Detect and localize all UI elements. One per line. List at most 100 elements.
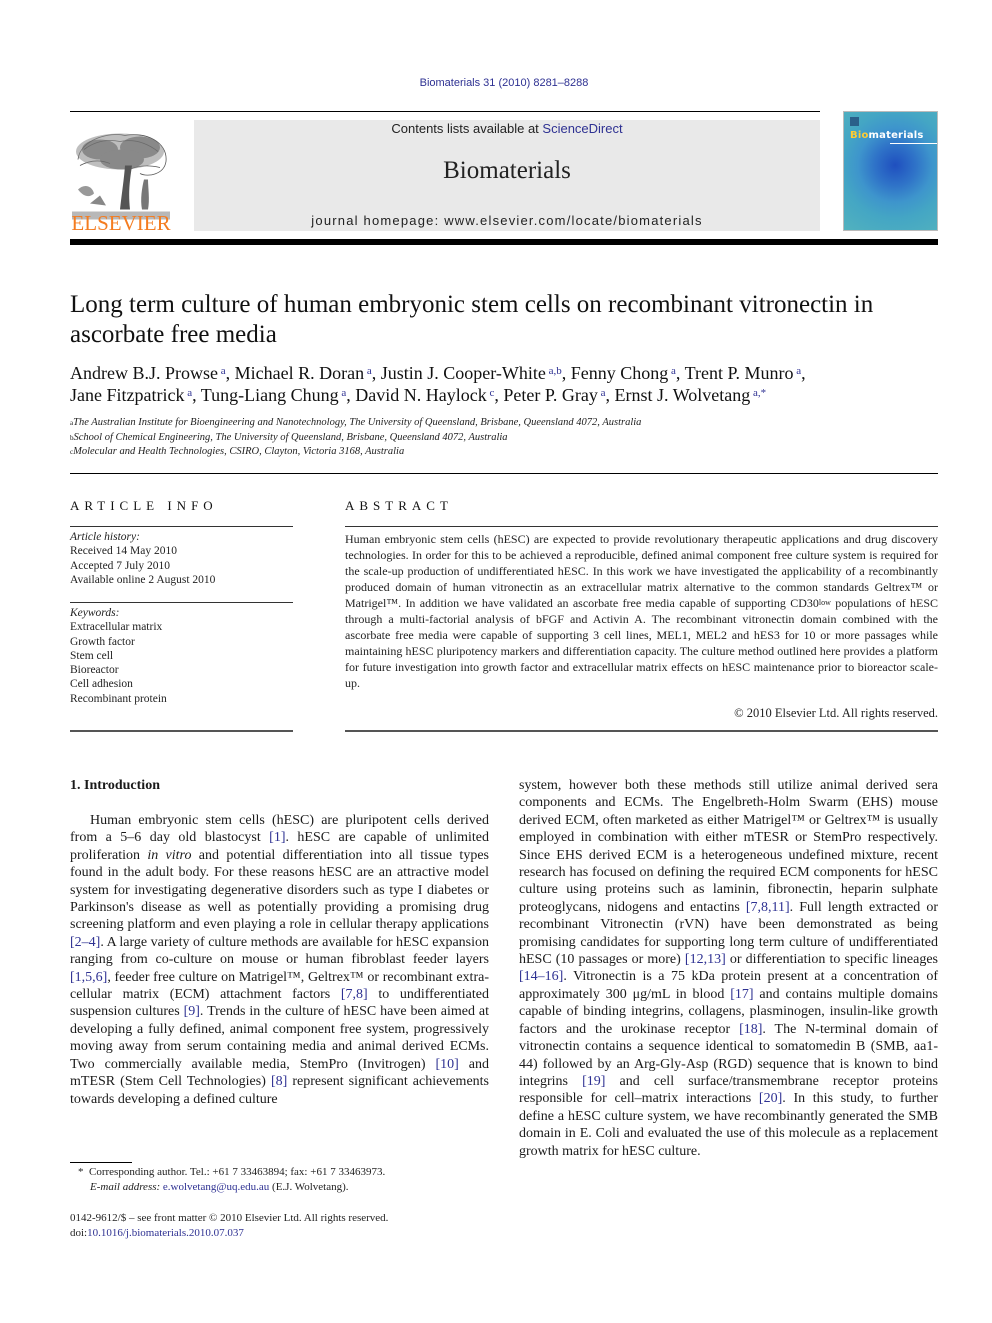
introduction-right-column: system, however both these methods still… [519,777,938,1160]
paper-title: Long term culture of human embryonic ste… [70,291,874,348]
citation-link[interactable]: [17] [730,987,753,1002]
doi-label: doi: [70,1226,88,1239]
affiliation-rule [70,473,938,474]
cover-elsevier-emblem-icon [850,117,859,126]
affiliation-item: bSchool of Chemical Engineering, The Uni… [70,431,940,446]
author-name: Tung-Liang Chung [200,385,339,405]
citation-link[interactable]: [8] [271,1074,287,1089]
keyword-item: Growth factor [70,635,135,648]
author-list: Andrew B.J. Prowse a, Michael R. Doran a… [70,363,806,405]
author-affiliation-marker[interactable]: a,b [546,365,562,377]
body-text: . A large variety of culture methods are… [70,934,489,968]
abstract-superscript: low [818,598,831,607]
contents-prefix: Contents lists available at [391,121,543,136]
abstract-copyright: © 2010 Elsevier Ltd. All rights reserved… [734,706,938,720]
cover-title: Biomaterials [850,130,924,141]
citation-link[interactable]: [19] [582,1074,605,1089]
author-name: Michael R. Doran [234,363,365,383]
history-online: Available online 2 August 2010 [70,573,216,586]
citation-link[interactable]: [18] [739,1022,762,1037]
keyword-item: Bioreactor [70,664,119,677]
affiliation-text: The Australian Institute for Bioengineer… [73,417,642,428]
sciencedirect-link[interactable]: ScienceDirect [542,121,622,136]
author-name: Peter P. Gray [503,385,598,405]
footnote-rule [70,1162,132,1163]
abstract-text: Human embryonic stem cells (hESC) are ex… [345,531,938,691]
introduction-left-column: Human embryonic stem cells (hESC) are pl… [70,812,489,1108]
keyword-item: Recombinant protein [70,692,167,705]
affiliation-item: cMolecular and Health Technologies, CSIR… [70,445,940,460]
author-affiliation-marker[interactable]: a [793,365,801,377]
author-affiliation-marker[interactable]: a [218,365,226,377]
author-name: Andrew B.J. Prowse [70,363,218,383]
contents-availability: Contents lists available at ScienceDirec… [194,121,820,136]
keyword-item: Extracellular matrix [70,621,163,634]
abstract-rule [345,526,938,527]
article-info-bottom-rule [70,730,293,732]
article-info-heading: ARTICLE INFO [70,498,218,513]
author-email-link[interactable]: e.wolvetang@uq.edu.au [163,1181,269,1193]
affiliation-item: aThe Australian Institute for Bioenginee… [70,416,940,431]
body-text: or differentiation to specific lineages [725,952,938,968]
citation-link[interactable]: [12,13] [685,952,726,967]
keywords-label: Keywords: [70,607,120,619]
citation-link[interactable]: [14–16] [519,969,563,984]
front-matter: 0142-9612/$ – see front matter © 2010 El… [70,1211,490,1240]
issn-line: 0142-9612/$ – see front matter © 2010 El… [70,1212,389,1224]
affiliation-text: Molecular and Health Technologies, CSIRO… [73,446,405,457]
author-name: David N. Haylock [355,385,487,405]
keyword-item: Cell adhesion [70,678,133,691]
affiliation-list: aThe Australian Institute for Bioenginee… [70,416,940,460]
history-received: Received 14 May 2010 [70,545,177,558]
email-suffix: (E.J. Wolvetang). [269,1181,349,1193]
citation-link[interactable]: [1,5,6] [70,970,107,985]
abstract-text-part2: populations of hESC through a multi-fact… [345,596,938,690]
email-label: E-mail address: [90,1181,161,1193]
author-affiliation-marker[interactable]: a [598,387,606,399]
citation-link[interactable]: [10] [435,1057,458,1072]
italic-text: in vitro [147,847,192,863]
author-affiliation-marker[interactable]: a,* [750,387,766,399]
citation-link[interactable]: [7,8] [341,987,368,1002]
elsevier-wordmark: ELSEVIER [71,211,171,235]
abstract-heading: ABSTRACT [345,498,453,513]
footnote-star: * [78,1166,84,1178]
citation-link[interactable]: [20] [759,1091,782,1106]
article-history: Article history: Received 14 May 2010 Ac… [70,530,293,587]
author-name: Jane Fitzpatrick [70,385,185,405]
cover-title-rest: materials [868,130,924,141]
author-affiliation-marker[interactable]: c [487,387,495,399]
keywords-rule [70,602,293,603]
journal-title: Biomaterials [443,157,571,184]
header-rule [70,111,820,112]
corresponding-author-contact: Corresponding author. Tel.: +61 7 334638… [89,1166,386,1178]
doi-link[interactable]: 10.1016/j.biomaterials.2010.07.037 [87,1227,244,1239]
author-name: Justin J. Cooper-White [380,363,546,383]
abstract-bottom-rule [345,730,938,732]
masthead-thick-rule [70,239,938,245]
author-affiliation-marker[interactable]: a [364,365,372,377]
citation-link[interactable]: [1] [269,830,285,845]
author-affiliation-marker[interactable]: a [184,387,192,399]
affiliation-text: School of Chemical Engineering, The Univ… [73,431,508,443]
body-text: system, however both these methods still… [519,778,938,915]
introduction-heading: 1. Introduction [70,778,160,793]
article-info-rule [70,526,293,527]
cover-rule [890,143,937,144]
citation-link[interactable]: [9] [184,1004,200,1019]
history-label: Article history: [70,531,140,543]
cover-title-accent: Bio [850,130,869,141]
author-name: Trent P. Munro [684,363,794,383]
keyword-item: Stem cell [70,649,114,662]
author-name: Ernst J. Wolvetang [614,385,751,405]
citation-link[interactable]: [2–4] [70,935,100,950]
author-affiliation-marker[interactable]: a [339,387,346,399]
citation-link[interactable]: [7,8,11] [746,900,790,915]
journal-reference-link[interactable]: Biomaterials 31 (2010) 8281–8288 [0,77,992,89]
history-accepted: Accepted 7 July 2010 [70,559,170,572]
keywords-list: Keywords: Extracellular matrix Growth fa… [70,606,293,706]
author-affiliation-marker[interactable]: a [668,365,676,377]
journal-homepage-link[interactable]: journal homepage: www.elsevier.com/locat… [194,213,820,228]
journal-cover-image: Biomaterials [843,111,938,231]
corresponding-author-footnote: * Corresponding author. Tel.: +61 7 3346… [70,1165,490,1195]
